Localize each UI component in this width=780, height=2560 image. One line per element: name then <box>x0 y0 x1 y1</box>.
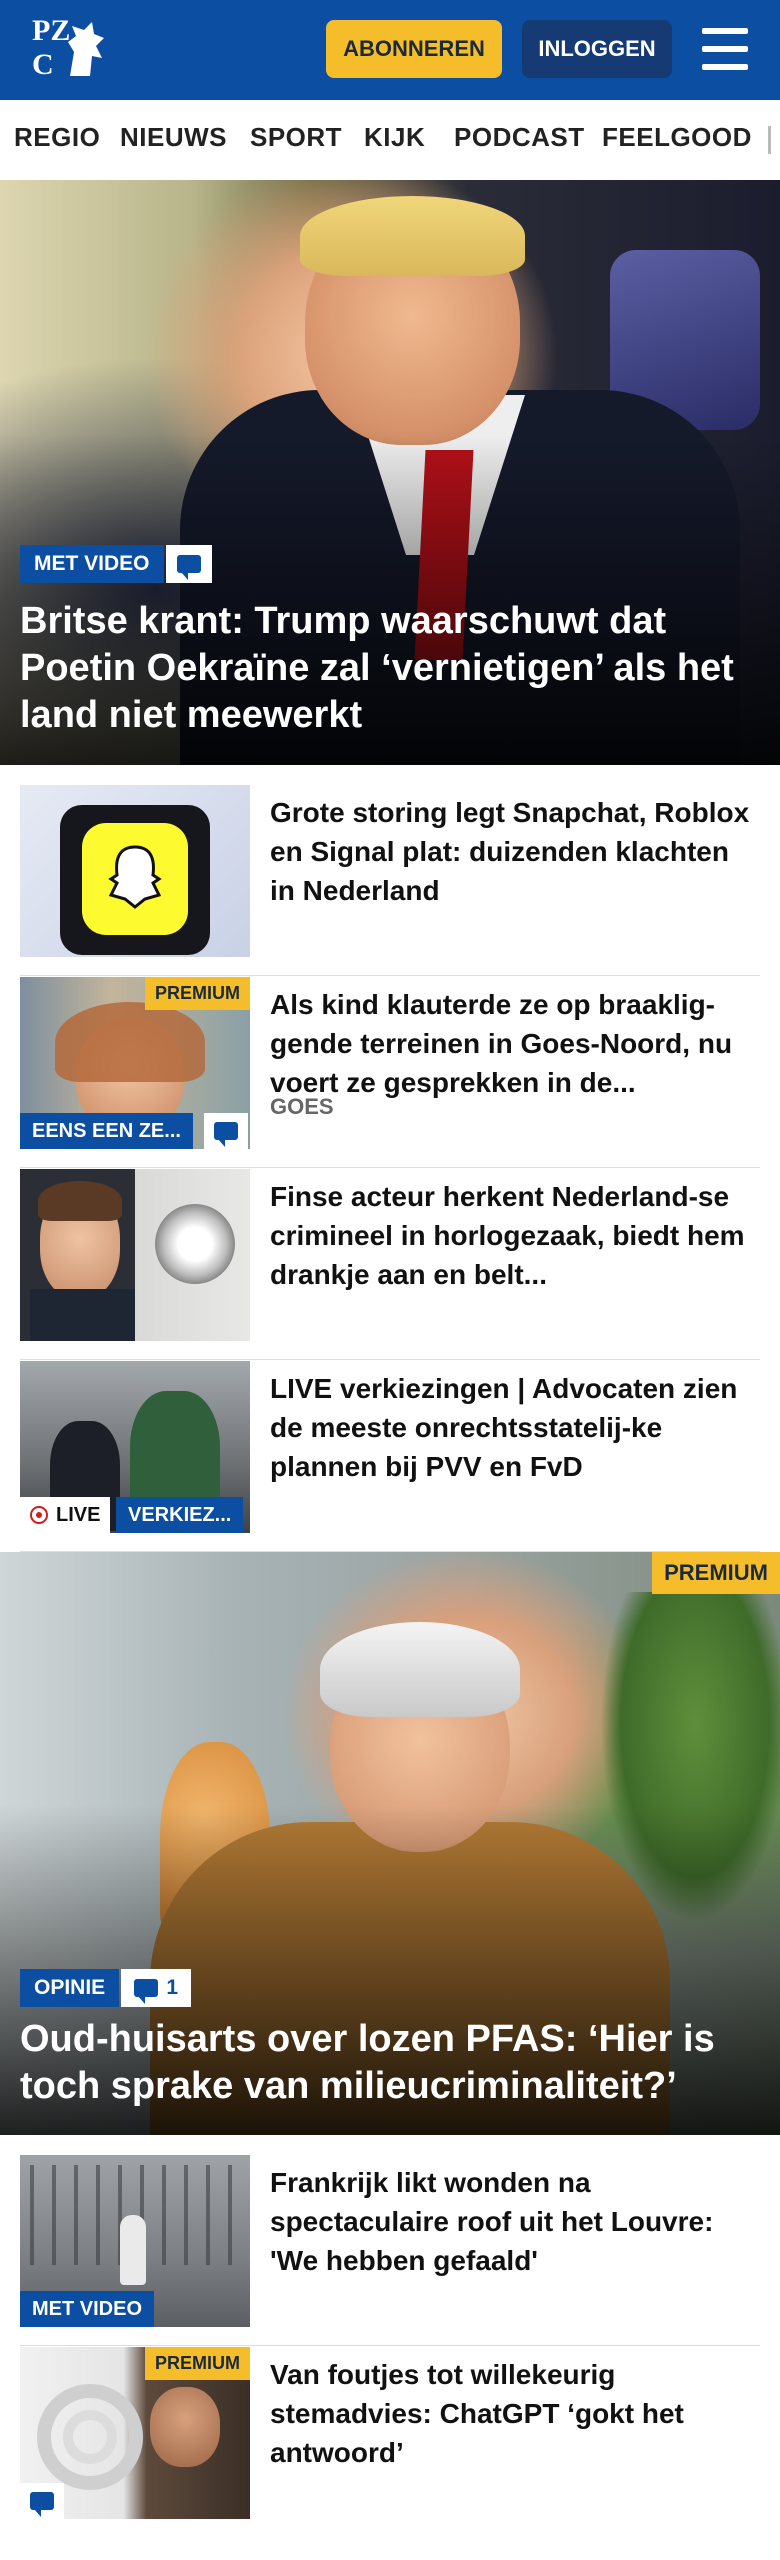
nav-item-feelgood[interactable]: FEELGOOD <box>602 122 752 153</box>
article-thumbnail: MET VIDEO <box>20 2155 250 2327</box>
article-item[interactable]: PREMIUM Van foutjes tot willekeurig stem… <box>20 2347 760 2537</box>
article-item[interactable]: MET VIDEO Frankrijk likt wonden na spect… <box>20 2155 760 2346</box>
article-thumbnail <box>20 1169 250 1341</box>
hero2-tags: OPINIE 1 <box>20 1969 192 2007</box>
live-dot-icon <box>30 1506 48 1524</box>
article-title[interactable]: Finse acteur herkent Nederland-se crimin… <box>270 1177 760 1294</box>
article-item[interactable]: Grote storing legt Snapchat, Roblox en S… <box>20 785 760 976</box>
premium-badge: PREMIUM <box>145 2347 250 2380</box>
comment-count-value: 1 <box>166 1976 179 1999</box>
article-item[interactable]: PREMIUM EENS EEN ZE... Als kind klauterd… <box>20 977 760 1168</box>
topic-tag: VERKIEZ... <box>116 1497 244 1533</box>
premium-badge: PREMIUM <box>652 1552 780 1594</box>
top-header: PZ C ABONNEREN INLOGGEN <box>0 0 780 100</box>
article-thumbnail: PREMIUM EENS EEN ZE... <box>20 977 250 1149</box>
nav-divider <box>768 126 771 154</box>
article-title[interactable]: LIVE verkiezingen | Advocaten zien de me… <box>270 1369 760 1486</box>
logo-line2: C <box>32 48 54 81</box>
hero-article-trump[interactable]: MET VIDEO Britse krant: Trump waarschuwt… <box>0 180 780 765</box>
article-thumbnail: PREMIUM <box>20 2347 250 2519</box>
article-thumbnail <box>20 785 250 957</box>
hamburger-menu-icon[interactable] <box>700 26 750 72</box>
comment-icon <box>134 1979 159 2004</box>
lion-icon <box>68 22 104 76</box>
series-tag: EENS EEN ZE... <box>20 1113 193 1149</box>
comment-icon[interactable] <box>165 545 212 583</box>
login-button[interactable]: INLOGGEN <box>522 20 672 78</box>
article-item[interactable]: LIVE VERKIEZ... LIVE verkiezingen | Advo… <box>20 1361 760 1552</box>
article-title[interactable]: Als kind klauterde ze op braaklig-gende … <box>270 985 760 1102</box>
opinion-tag: OPINIE <box>20 1969 120 2007</box>
article-location: GOES <box>270 1094 334 1119</box>
hero-image-hair <box>300 196 525 276</box>
section-nav: REGIO NIEUWS SPORT KIJK PODCAST FEELGOOD <box>0 100 780 181</box>
subscribe-button[interactable]: ABONNEREN <box>326 20 502 78</box>
nav-item-nieuws[interactable]: NIEUWS <box>120 122 227 153</box>
premium-badge: PREMIUM <box>145 977 250 1010</box>
comment-icon[interactable] <box>20 2483 64 2519</box>
pzc-logo[interactable]: PZ C <box>30 12 110 88</box>
hero-article-pfas[interactable]: PREMIUM OPINIE 1 Oud-huisarts over lozen… <box>0 1552 780 2135</box>
hero1-title[interactable]: Britse krant: Trump waarschuwt dat Poeti… <box>20 598 760 739</box>
video-tag: MET VIDEO <box>20 2291 155 2327</box>
hero1-tags: MET VIDEO <box>20 545 212 583</box>
nav-item-regio[interactable]: REGIO <box>14 122 100 153</box>
hero2-image-hair <box>320 1622 520 1717</box>
video-tag: MET VIDEO <box>20 545 164 583</box>
article-title[interactable]: Van foutjes tot willekeurig stemadvies: … <box>270 2355 760 2472</box>
live-label: LIVE <box>56 1503 101 1526</box>
snapchat-ghost-icon <box>108 845 162 909</box>
live-badge: LIVE <box>20 1497 111 1533</box>
nav-item-kijk[interactable]: KIJK <box>364 122 425 153</box>
article-item[interactable]: Finse acteur herkent Nederland-se crimin… <box>20 1169 760 1360</box>
article-thumbnail: LIVE VERKIEZ... <box>20 1361 250 1533</box>
hero2-title[interactable]: Oud-huisarts over lozen PFAS: ‘Hier is t… <box>20 2016 760 2110</box>
nav-item-podcast[interactable]: PODCAST <box>454 122 585 153</box>
comment-count[interactable]: 1 <box>121 1969 192 2007</box>
comment-icon[interactable] <box>204 1113 248 1149</box>
article-title[interactable]: Grote storing legt Snapchat, Roblox en S… <box>270 793 760 910</box>
article-title[interactable]: Frankrijk likt wonden na spectaculaire r… <box>270 2163 760 2280</box>
nav-item-sport[interactable]: SPORT <box>250 122 342 153</box>
